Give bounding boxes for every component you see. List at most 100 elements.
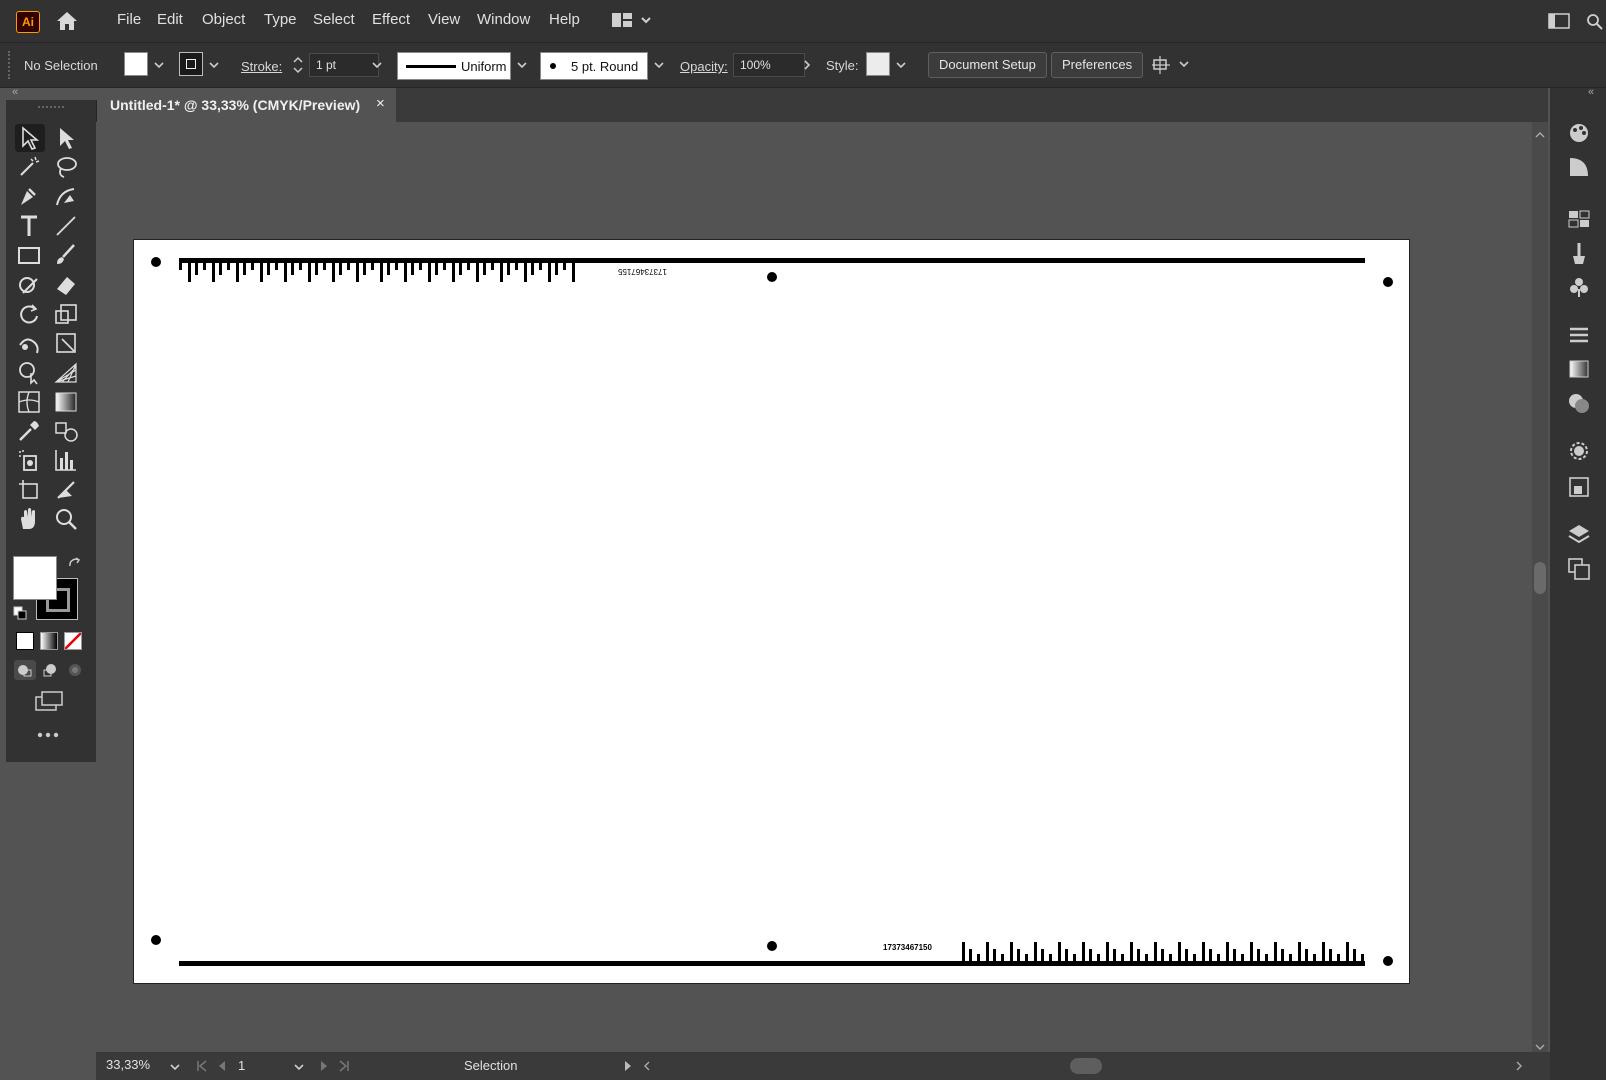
align-options-icon[interactable] (1151, 54, 1191, 76)
close-tab-icon[interactable]: × (376, 95, 385, 112)
eraser-tool-icon[interactable] (52, 271, 82, 299)
menu-view[interactable]: View (428, 11, 460, 28)
artboard[interactable]: 17373467155 17373467150 (133, 239, 1410, 984)
last-artboard-icon[interactable] (338, 1060, 350, 1075)
change-screen-mode-icon[interactable] (34, 690, 64, 712)
artboard-tool-icon[interactable] (15, 476, 45, 504)
curvature-tool-icon[interactable] (52, 183, 82, 211)
horizontal-scroll-thumb[interactable] (1070, 1058, 1102, 1074)
registration-dot[interactable] (1383, 956, 1393, 966)
collapse-toolbar-icon[interactable]: « (12, 86, 26, 98)
warp-tool-icon[interactable] (15, 329, 45, 357)
swap-fill-stroke-icon[interactable] (67, 556, 83, 572)
registration-dot[interactable] (151, 257, 161, 267)
search-icon[interactable] (1585, 12, 1605, 33)
appearance-panel-icon[interactable] (1566, 438, 1592, 464)
layers-panel-icon[interactable] (1566, 522, 1592, 548)
gradient-mode-icon[interactable] (40, 632, 58, 650)
control-bar-grip[interactable] (8, 51, 16, 79)
menu-object[interactable]: Object (202, 11, 245, 28)
menu-select[interactable]: Select (313, 11, 355, 28)
menu-effect[interactable]: Effect (372, 11, 410, 28)
stroke-dropdown-chevron-icon[interactable] (207, 58, 221, 72)
style-chevron-icon[interactable] (894, 58, 908, 72)
vertical-scrollbar[interactable] (1532, 122, 1548, 1052)
draw-inside-icon[interactable] (64, 660, 86, 680)
collapse-panels-icon[interactable]: « (1588, 86, 1594, 98)
rotate-tool-icon[interactable] (15, 300, 45, 328)
direct-selection-tool-icon[interactable] (52, 124, 82, 152)
stroke-panel-icon[interactable] (1566, 322, 1592, 348)
menu-window[interactable]: Window (477, 11, 530, 28)
shape-builder-tool-icon[interactable] (15, 358, 45, 386)
registration-dot[interactable] (767, 941, 777, 951)
mesh-tool-icon[interactable] (15, 388, 45, 416)
variable-width-profile-select[interactable]: Uniform (397, 52, 511, 80)
stroke-weight-chevron-icon[interactable] (370, 58, 384, 72)
stroke-label[interactable]: Stroke: (241, 59, 282, 74)
scroll-right-icon[interactable] (1514, 1060, 1524, 1075)
none-mode-icon[interactable] (64, 632, 82, 650)
top-rule-line[interactable] (179, 258, 1365, 263)
stroke-weight-stepper-icon[interactable] (290, 51, 306, 79)
perspective-grid-tool-icon[interactable] (52, 358, 82, 386)
default-fill-stroke-icon[interactable] (13, 606, 27, 620)
document-tab-title[interactable]: Untitled-1* @ 33,33% (CMYK/Preview) (110, 97, 360, 113)
draw-behind-icon[interactable] (39, 660, 61, 680)
opacity-field[interactable]: 100% (733, 53, 805, 77)
magic-wand-tool-icon[interactable] (15, 153, 45, 181)
brush-chevron-icon[interactable] (652, 58, 666, 72)
fill-dropdown-chevron-icon[interactable] (152, 58, 166, 72)
color-panel-icon[interactable] (1566, 120, 1592, 146)
document-setup-button[interactable]: Document Setup (928, 52, 1047, 78)
graphic-style-swatch[interactable] (866, 52, 890, 76)
toolbar-grip[interactable] (38, 106, 64, 111)
transparency-panel-icon[interactable] (1566, 390, 1592, 416)
registration-dot[interactable] (151, 935, 161, 945)
status-menu-arrow-icon[interactable] (622, 1060, 634, 1075)
preferences-button[interactable]: Preferences (1051, 52, 1144, 78)
vertical-scroll-thumb[interactable] (1534, 562, 1546, 594)
free-transform-tool-icon[interactable] (52, 329, 82, 357)
scroll-down-icon[interactable] (1535, 1040, 1545, 1050)
asset-export-panel-icon[interactable] (1566, 474, 1592, 500)
artboard-number-field[interactable]: 1 (238, 1058, 245, 1073)
color-guide-panel-icon[interactable] (1566, 154, 1592, 180)
rectangle-tool-icon[interactable] (15, 241, 45, 269)
symbols-panel-icon[interactable] (1566, 274, 1592, 300)
opacity-label[interactable]: Opacity: (680, 59, 728, 74)
zoom-chevron-icon[interactable] (168, 1060, 182, 1077)
gradient-panel-icon[interactable] (1566, 356, 1592, 382)
stroke-weight-field[interactable]: 1 pt (309, 53, 379, 77)
eyedropper-tool-icon[interactable] (15, 417, 45, 445)
bottom-rule-line[interactable] (179, 961, 1365, 966)
menu-edit[interactable]: Edit (157, 11, 183, 28)
color-mode-icon[interactable] (16, 632, 34, 650)
next-artboard-icon[interactable] (318, 1060, 330, 1075)
menu-type[interactable]: Type (264, 11, 297, 28)
zoom-field[interactable]: 33,33% (100, 1056, 172, 1074)
selection-tool-icon[interactable] (15, 124, 45, 152)
brush-definition-select[interactable]: 5 pt. Round (540, 52, 648, 80)
edit-toolbar-more-icon[interactable] (36, 728, 60, 738)
line-segment-tool-icon[interactable] (52, 212, 82, 240)
arrange-documents-icon[interactable] (1548, 12, 1570, 33)
lasso-tool-icon[interactable] (52, 153, 82, 181)
type-tool-icon[interactable] (15, 212, 45, 240)
artboard-chevron-icon[interactable] (292, 1060, 306, 1077)
profile-chevron-icon[interactable] (515, 58, 529, 72)
opacity-chevron-right-icon[interactable] (800, 58, 814, 72)
fill-color-box[interactable] (13, 556, 57, 600)
first-artboard-icon[interactable] (196, 1060, 208, 1075)
shaper-tool-icon[interactable] (15, 271, 45, 299)
scroll-up-icon[interactable] (1535, 128, 1545, 138)
slice-tool-icon[interactable] (52, 476, 82, 504)
workspace-switcher-icon[interactable] (610, 11, 658, 31)
column-graph-tool-icon[interactable] (52, 446, 82, 474)
gradient-tool-icon[interactable] (52, 388, 82, 416)
document-tab[interactable]: Untitled-1* @ 33,33% (CMYK/Preview) × (96, 88, 396, 122)
draw-normal-icon[interactable] (14, 660, 36, 680)
fill-swatch[interactable] (124, 52, 148, 76)
zoom-tool-icon[interactable] (52, 505, 82, 533)
registration-dot[interactable] (767, 272, 777, 282)
